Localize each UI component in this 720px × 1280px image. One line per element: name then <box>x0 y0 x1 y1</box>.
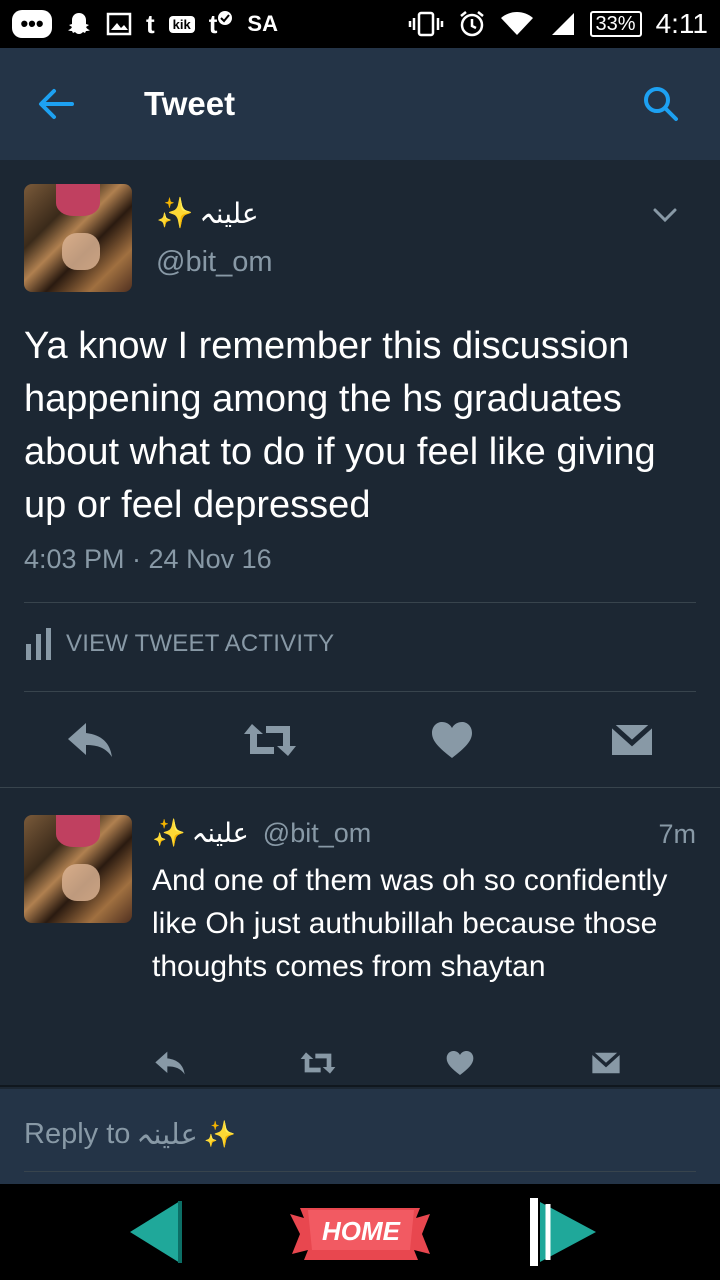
sparkles-icon: ✨ <box>152 818 186 848</box>
activity-label: VIEW TWEET ACTIVITY <box>66 630 335 657</box>
reply-actions <box>0 1045 720 1081</box>
tweet-actions <box>0 705 720 775</box>
page-title: Tweet <box>144 85 236 122</box>
divider <box>24 1171 696 1172</box>
retweet-icon <box>244 724 296 756</box>
tweet-timestamp: 4:03 PM · 24 Nov 16 <box>24 544 272 574</box>
app-header: Tweet <box>0 48 720 160</box>
divider <box>24 691 696 692</box>
like-button[interactable] <box>424 715 480 765</box>
reply-compose-bar[interactable]: Reply to علينہ ✨ <box>0 1089 720 1184</box>
skip-forward-icon <box>530 1198 596 1266</box>
home-button[interactable]: HOME <box>288 1200 434 1262</box>
back-button[interactable] <box>16 64 96 144</box>
reply-text: And one of them was oh so confidently li… <box>152 864 668 983</box>
reply-author-row: ✨ علينہ @bit_om <box>152 817 371 849</box>
triangle-left-icon <box>130 1201 182 1263</box>
sparkles-icon: ✨ <box>203 1119 237 1149</box>
divider <box>24 602 696 603</box>
signal-icon <box>548 11 576 37</box>
carrier-label: SA <box>247 11 278 36</box>
heart-icon <box>432 722 472 758</box>
display-name: علينہ <box>191 817 249 848</box>
gallery-icon <box>106 12 132 36</box>
reply-placeholder: Reply to <box>24 1118 131 1150</box>
main-tweet: ✨ علينہ @bit_om Ya know I remember this … <box>0 160 720 788</box>
display-name-row[interactable]: ✨ علينہ <box>156 196 259 231</box>
chat-bubble-icon: ••• <box>12 10 52 38</box>
reply-tweet[interactable]: ✨ علينہ @bit_om 7m And one of them was o… <box>0 789 720 1087</box>
alarm-icon <box>458 10 486 38</box>
search-button[interactable] <box>626 69 696 139</box>
home-label: HOME <box>322 1215 400 1246</box>
avatar[interactable] <box>24 184 132 292</box>
nav-back-button[interactable] <box>124 1196 184 1268</box>
battery-indicator: 33% <box>589 11 642 37</box>
envelope-icon <box>591 1051 621 1074</box>
direct-message-button[interactable] <box>586 1045 626 1081</box>
bar-chart-icon <box>26 628 51 660</box>
arrow-left-icon <box>39 89 74 119</box>
tumblr-check-icon: t <box>209 11 234 37</box>
sparkles-icon: ✨ <box>156 197 194 230</box>
retweet-icon <box>300 1052 336 1074</box>
reply-age: 7m <box>658 819 696 849</box>
user-handle: @bit_om <box>262 817 372 848</box>
retweet-button[interactable] <box>240 715 300 765</box>
reply-button[interactable] <box>62 715 118 765</box>
search-icon <box>644 87 678 121</box>
status-time: 4:11 <box>655 8 708 39</box>
reply-icon <box>68 723 112 757</box>
snapchat-icon <box>66 11 92 37</box>
wifi-icon <box>500 11 534 37</box>
user-handle[interactable]: @bit_om <box>156 246 272 279</box>
like-button[interactable] <box>440 1045 480 1081</box>
display-name: علينہ <box>199 198 259 229</box>
system-nav-bar: HOME <box>0 1184 720 1280</box>
heart-icon <box>446 1051 474 1075</box>
reply-input[interactable]: Reply to علينہ ✨ <box>24 1117 236 1152</box>
reply-icon <box>155 1051 185 1075</box>
vibrate-icon <box>408 11 444 37</box>
avatar[interactable] <box>24 815 132 923</box>
retweet-button[interactable] <box>296 1045 340 1081</box>
reply-placeholder-name: علينہ <box>136 1119 198 1151</box>
chevron-down-icon[interactable] <box>650 200 680 230</box>
reply-button[interactable] <box>150 1045 190 1081</box>
nav-recents-button[interactable] <box>526 1196 600 1268</box>
tweet-text: Ya know I remember this discussion happe… <box>24 325 656 526</box>
tumblr-icon: t <box>146 9 155 39</box>
direct-message-button[interactable] <box>604 715 660 765</box>
view-tweet-activity-link[interactable]: VIEW TWEET ACTIVITY <box>24 628 334 660</box>
kik-icon: kik <box>168 15 195 33</box>
status-bar: ••• t kik t SA 33% 4:11 <box>0 0 720 48</box>
envelope-icon <box>610 723 654 755</box>
